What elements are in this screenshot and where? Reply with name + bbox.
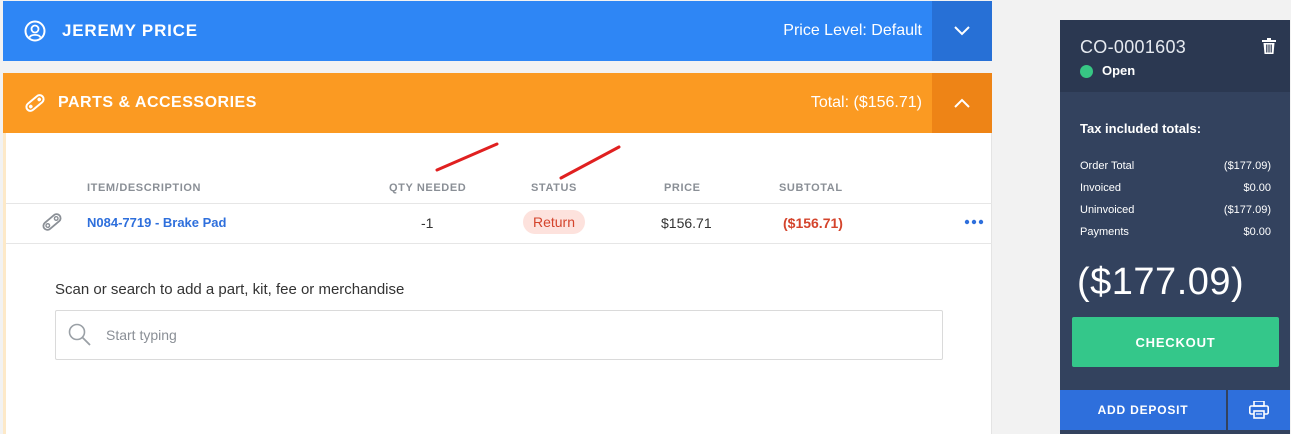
part-link-icon [40, 210, 64, 239]
totals-value: $0.00 [1243, 226, 1271, 238]
order-summary-panel: CO-0001603 Open Tax included totals: Ord… [1060, 20, 1290, 434]
item-description-link[interactable]: N084-7719 - Brake Pad [87, 215, 226, 230]
order-status: Open [1102, 63, 1136, 78]
totals-label: Order Total [1080, 160, 1135, 172]
column-header-item: ITEM/DESCRIPTION [87, 182, 202, 194]
totals-label: Invoiced [1080, 182, 1121, 194]
subtotal-value: ($156.71) [783, 215, 843, 231]
totals-value: $0.00 [1243, 182, 1271, 194]
totals-row: Uninvoiced ($177.09) [1080, 204, 1271, 216]
search-box[interactable] [55, 310, 943, 360]
print-button[interactable] [1228, 390, 1290, 430]
user-circle-icon [23, 19, 47, 43]
column-header-qty: QTY NEEDED [389, 182, 467, 194]
column-header-status: STATUS [531, 182, 577, 194]
parts-collapse-toggle[interactable] [932, 73, 992, 133]
qty-needed-value[interactable]: -1 [421, 215, 433, 231]
row-divider [6, 203, 992, 204]
totals-label: Payments [1080, 226, 1129, 238]
checkout-button[interactable]: CHECKOUT [1072, 317, 1279, 367]
price-level: Price Level: Default [783, 22, 922, 39]
customer-bar: JEREMY PRICE Price Level: Default [3, 1, 992, 61]
section-accent-stripe [3, 133, 6, 434]
chevron-down-icon [954, 26, 970, 36]
status-badge: Return [523, 210, 585, 234]
balance-due: ($177.09) [1077, 261, 1245, 303]
column-header-subtotal: SUBTOTAL [779, 182, 843, 194]
totals-value: ($177.09) [1223, 204, 1271, 216]
trash-icon[interactable] [1262, 38, 1276, 59]
price-value: $156.71 [661, 215, 712, 231]
customer-collapse-toggle[interactable] [932, 1, 992, 61]
printer-icon [1249, 401, 1269, 419]
status-indicator-dot [1080, 65, 1093, 78]
parts-header: PARTS & ACCESSORIES Total: ($156.71) [3, 73, 992, 133]
add-deposit-button[interactable]: ADD DEPOSIT [1060, 390, 1226, 430]
search-icon [66, 321, 94, 349]
order-id: CO-0001603 [1080, 37, 1187, 57]
totals-row: Invoiced $0.00 [1080, 182, 1271, 194]
tax-totals-title: Tax included totals: [1080, 121, 1202, 136]
chevron-up-icon [954, 98, 970, 108]
column-header-price: PRICE [664, 182, 701, 194]
parts-link-icon [23, 91, 47, 115]
totals-row: Payments $0.00 [1080, 226, 1271, 238]
search-label: Scan or search to add a part, kit, fee o… [55, 281, 405, 298]
parts-total: Total: ($156.71) [810, 94, 922, 111]
row-divider [6, 243, 992, 244]
customer-name[interactable]: JEREMY PRICE [62, 21, 198, 41]
parts-title: PARTS & ACCESSORIES [58, 94, 257, 111]
parts-section: PARTS & ACCESSORIES Total: ($156.71) ITE… [3, 73, 992, 434]
search-input[interactable] [106, 327, 906, 343]
totals-row: Order Total ($177.09) [1080, 160, 1271, 172]
totals-label: Uninvoiced [1080, 204, 1135, 216]
totals-value: ($177.09) [1223, 160, 1271, 172]
row-more-options-icon[interactable] [963, 213, 985, 231]
